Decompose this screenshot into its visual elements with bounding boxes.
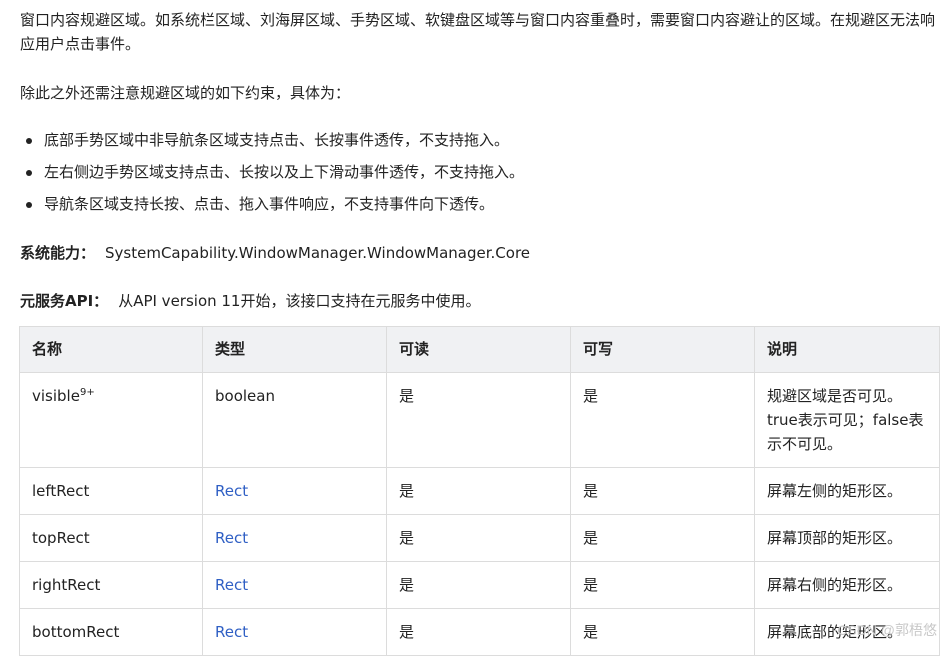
atomic-value: 从API version 11开始，该接口支持在元服务中使用。 <box>118 292 481 310</box>
list-item: 左右侧边手势区域支持点击、长按以及上下滑动事件透传，不支持拖入。 <box>20 160 524 192</box>
bullet-icon <box>26 202 32 208</box>
cell-description: 规避区域是否可见。true表示可见；false表示不可见。 <box>754 372 940 468</box>
syscap-label: 系统能力： <box>20 244 96 262</box>
list-item: 底部手势区域中非导航条区域支持点击、长按事件透传，不支持拖入。 <box>20 128 524 160</box>
cell-readable: 是 <box>386 608 571 656</box>
constraints-list: 底部手势区域中非导航条区域支持点击、长按事件透传，不支持拖入。 左右侧边手势区域… <box>20 128 524 224</box>
cell-writable: 是 <box>570 372 755 468</box>
cell-writable: 是 <box>570 561 755 609</box>
cell-name: bottomRect <box>19 608 203 656</box>
table-row: rightRect Rect 是 是 屏幕右侧的矩形区。 <box>19 561 940 609</box>
properties-table: 名称 类型 可读 可写 说明 visible9+ boolean 是 是 规避区… <box>19 326 940 656</box>
table-row: leftRect Rect 是 是 屏幕左侧的矩形区。 <box>19 467 940 515</box>
cell-writable: 是 <box>570 514 755 562</box>
table-row: visible9+ boolean 是 是 规避区域是否可见。true表示可见；… <box>19 372 940 468</box>
syscap-value: SystemCapability.WindowManager.WindowMan… <box>105 244 531 262</box>
header-writable: 可写 <box>570 326 755 373</box>
cell-readable: 是 <box>386 561 571 609</box>
cell-description: 屏幕顶部的矩形区。 <box>754 514 940 562</box>
watermark: CSDN @郭梧悠 <box>837 622 937 638</box>
header-type: 类型 <box>202 326 387 373</box>
rect-type-link[interactable]: Rect <box>215 529 248 547</box>
list-item-text: 左右侧边手势区域支持点击、长按以及上下滑动事件透传，不支持拖入。 <box>44 163 525 181</box>
bullet-icon <box>26 138 32 144</box>
cell-writable: 是 <box>570 608 755 656</box>
cell-type: boolean <box>202 372 387 468</box>
rect-type-link[interactable]: Rect <box>215 482 248 500</box>
header-readable: 可读 <box>386 326 571 373</box>
table-row: bottomRect Rect 是 是 屏幕底部的矩形区。 <box>19 608 940 656</box>
list-item: 导航条区域支持长按、点击、拖入事件响应，不支持事件向下透传。 <box>20 192 524 224</box>
cell-name: topRect <box>19 514 203 562</box>
constraints-intro: 除此之外还需注意规避区域的如下约束，具体为： <box>20 84 351 102</box>
cell-name: leftRect <box>19 467 203 515</box>
table-header-row: 名称 类型 可读 可写 说明 <box>19 326 940 373</box>
prop-name: visible <box>32 387 80 405</box>
cell-readable: 是 <box>386 467 571 515</box>
header-description: 说明 <box>754 326 940 373</box>
cell-readable: 是 <box>386 514 571 562</box>
version-sup: 9+ <box>79 387 95 398</box>
cell-type: Rect <box>202 514 387 562</box>
cell-type: Rect <box>202 467 387 515</box>
list-item-text: 导航条区域支持长按、点击、拖入事件响应，不支持事件向下透传。 <box>44 195 495 213</box>
cell-writable: 是 <box>570 467 755 515</box>
cell-readable: 是 <box>386 372 571 468</box>
intro-paragraph: 窗口内容规避区域。如系统栏区域、刘海屏区域、手势区域、软键盘区域等与窗口内容重叠… <box>20 11 936 53</box>
header-name: 名称 <box>19 326 203 373</box>
cell-name: visible9+ <box>19 372 203 468</box>
cell-name: rightRect <box>19 561 203 609</box>
bullet-icon <box>26 170 32 176</box>
cell-type: Rect <box>202 561 387 609</box>
atomic-service-api: 元服务API： 从API version 11开始，该接口支持在元服务中使用。 <box>20 289 480 313</box>
cell-type: Rect <box>202 608 387 656</box>
atomic-label: 元服务API： <box>20 292 109 310</box>
table-row: topRect Rect 是 是 屏幕顶部的矩形区。 <box>19 514 940 562</box>
rect-type-link[interactable]: Rect <box>215 576 248 594</box>
cell-description: 屏幕右侧的矩形区。 <box>754 561 940 609</box>
rect-type-link[interactable]: Rect <box>215 623 248 641</box>
list-item-text: 底部手势区域中非导航条区域支持点击、长按事件透传，不支持拖入。 <box>44 131 510 149</box>
system-capability: 系统能力： SystemCapability.WindowManager.Wind… <box>20 241 530 265</box>
cell-description: 屏幕左侧的矩形区。 <box>754 467 940 515</box>
